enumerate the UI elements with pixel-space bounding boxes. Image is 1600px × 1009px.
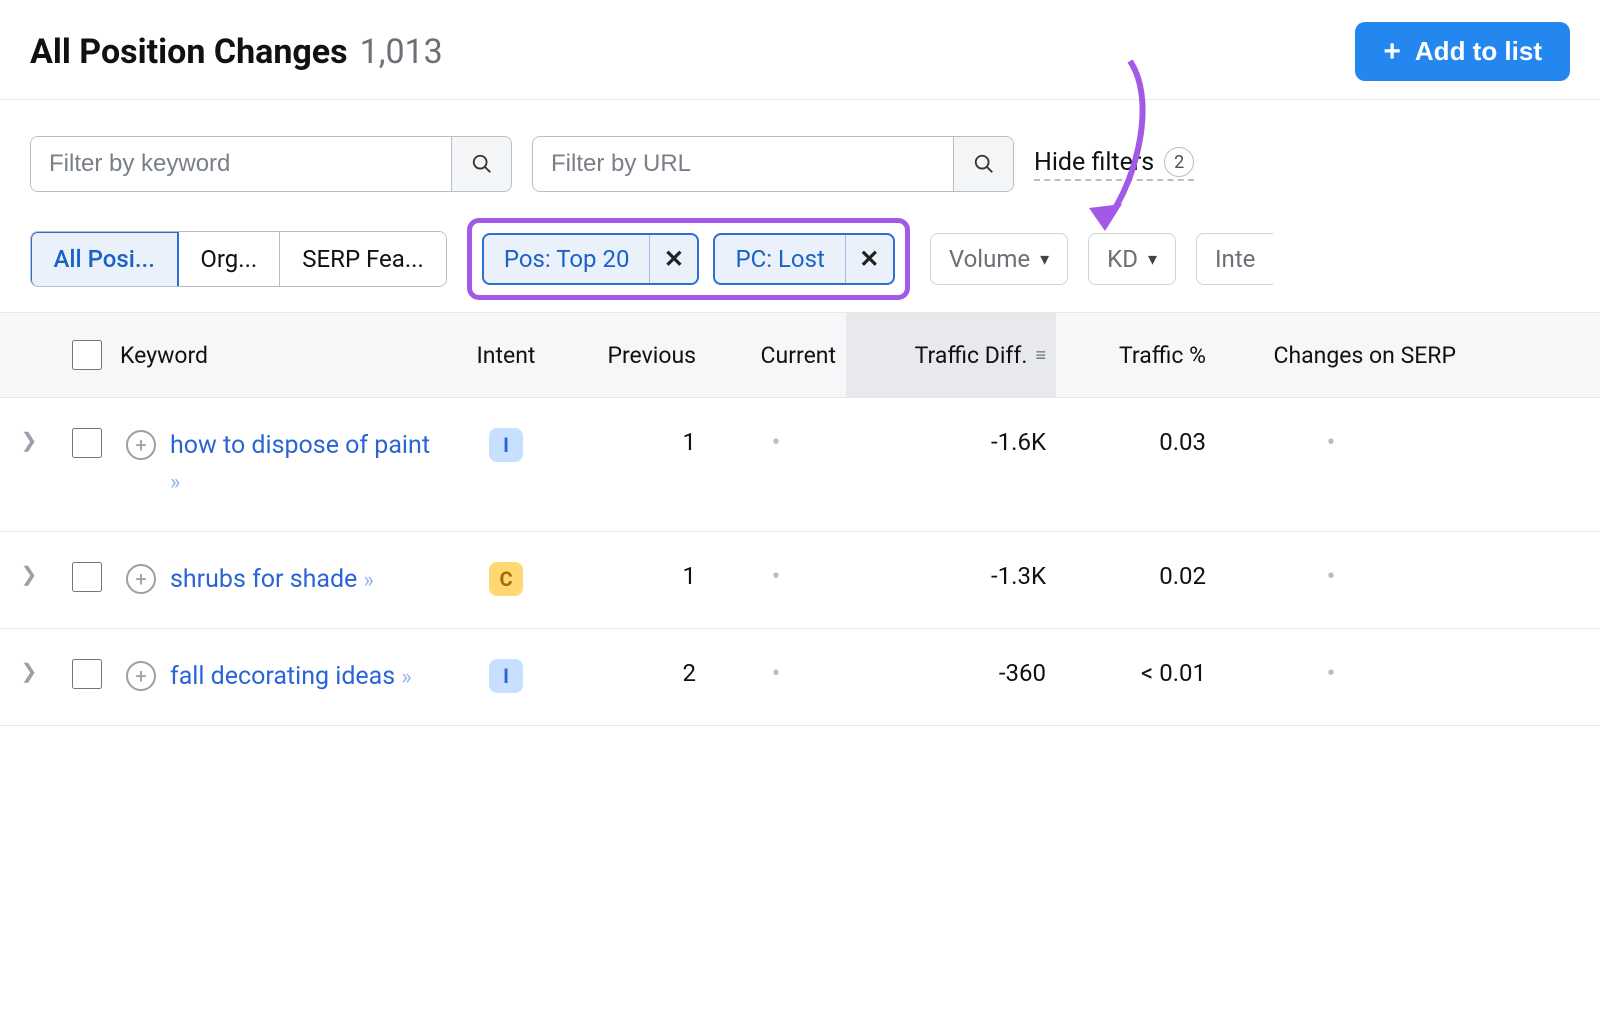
previous-position: 1 (566, 562, 706, 590)
results-count: 1,013 (360, 32, 443, 72)
table-row: ❯+fall decorating ideas »I2•-360< 0.01• (0, 629, 1600, 726)
traffic-diff-value: -360 (846, 659, 1056, 687)
traffic-pct-value: 0.03 (1056, 428, 1216, 456)
add-to-list-label: Add to list (1415, 36, 1542, 67)
keywords-table: Keyword Intent Previous Current Traffic … (0, 312, 1600, 726)
hide-filters-label: Hide filters (1034, 148, 1154, 177)
search-icon (471, 153, 493, 175)
chevrons-right-icon: » (170, 470, 180, 495)
column-traffic-pct[interactable]: Traffic % (1056, 342, 1216, 369)
segment-serp-features[interactable]: SERP Fea... (279, 232, 446, 286)
expand-row-icon[interactable]: ❯ (0, 562, 58, 586)
chevron-down-icon: ▾ (1148, 249, 1157, 270)
url-filter-input[interactable] (533, 137, 953, 191)
segment-all-positions[interactable]: All Posi... (30, 231, 179, 287)
column-current[interactable]: Current (706, 342, 846, 369)
search-icon (973, 153, 995, 175)
chip-remove-button[interactable]: ✕ (649, 235, 697, 283)
table-row: ❯+shrubs for shade »C1•-1.3K0.02• (0, 532, 1600, 629)
column-traffic-diff[interactable]: Traffic Diff. ≡ (846, 313, 1056, 397)
add-keyword-icon[interactable]: + (126, 661, 156, 691)
table-header: Keyword Intent Previous Current Traffic … (0, 312, 1600, 398)
intent-badge: C (489, 562, 523, 596)
chip-label: PC: Lost (715, 245, 844, 273)
current-position: • (706, 562, 846, 592)
column-label: Traffic Diff. (915, 342, 1028, 369)
column-changes-on-serp[interactable]: Changes on SERP (1216, 342, 1466, 369)
changes-on-serp-value: • (1216, 562, 1466, 592)
expand-row-icon[interactable]: ❯ (0, 659, 58, 683)
keyword-link[interactable]: how to dispose of paint » (170, 428, 436, 501)
traffic-diff-value: -1.6K (846, 428, 1056, 456)
intent-badge: I (489, 428, 523, 462)
intent-badge: I (489, 659, 523, 693)
volume-filter-dropdown[interactable]: Volume ▾ (930, 233, 1068, 285)
current-position: • (706, 659, 846, 689)
segment-organic[interactable]: Org... (177, 232, 279, 286)
expand-row-icon[interactable]: ❯ (0, 428, 58, 452)
highlighted-filter-chips: Pos: Top 20 ✕ PC: Lost ✕ (467, 218, 910, 300)
page-header: All Position Changes 1,013 + Add to list (0, 0, 1600, 100)
intent-filter-dropdown[interactable]: Inte (1196, 233, 1273, 285)
column-previous[interactable]: Previous (566, 342, 706, 369)
position-type-segments: All Posi... Org... SERP Fea... (30, 231, 447, 287)
add-keyword-icon[interactable]: + (126, 564, 156, 594)
filter-toolbar: Hide filters 2 All Posi... Org... SERP F… (0, 100, 1600, 312)
chip-label: Pos: Top 20 (484, 245, 650, 273)
keyword-link[interactable]: fall decorating ideas » (170, 659, 412, 695)
sort-desc-icon: ≡ (1035, 345, 1046, 366)
chevron-down-icon: ▾ (1040, 249, 1049, 270)
kd-filter-dropdown[interactable]: KD ▾ (1088, 233, 1176, 285)
select-all-checkbox[interactable] (72, 340, 102, 370)
traffic-pct-value: 0.02 (1056, 562, 1216, 590)
column-keyword[interactable]: Keyword (116, 342, 446, 369)
chip-pc-lost: PC: Lost ✕ (713, 233, 894, 285)
table-row: ❯+how to dispose of paint »I1•-1.6K0.03• (0, 398, 1600, 532)
row-checkbox[interactable] (72, 562, 102, 592)
plus-icon: + (1383, 37, 1401, 67)
traffic-diff-value: -1.3K (846, 562, 1056, 590)
traffic-pct-value: < 0.01 (1056, 659, 1216, 687)
chip-position-top20: Pos: Top 20 ✕ (482, 233, 700, 285)
previous-position: 2 (566, 659, 706, 687)
url-search-button[interactable] (953, 137, 1013, 191)
chevrons-right-icon: » (401, 665, 411, 690)
row-checkbox[interactable] (72, 659, 102, 689)
current-position: • (706, 428, 846, 458)
changes-on-serp-value: • (1216, 659, 1466, 689)
previous-position: 1 (566, 428, 706, 456)
chip-remove-button[interactable]: ✕ (845, 235, 893, 283)
column-intent[interactable]: Intent (446, 342, 566, 369)
keyword-filter-input[interactable] (31, 137, 451, 191)
keyword-search-button[interactable] (451, 137, 511, 191)
page-title: All Position Changes (30, 32, 348, 72)
keyword-link[interactable]: shrubs for shade » (170, 562, 374, 598)
keyword-searchbox (30, 136, 512, 192)
add-to-list-button[interactable]: + Add to list (1355, 22, 1570, 81)
add-keyword-icon[interactable]: + (126, 430, 156, 460)
active-filter-count: 2 (1164, 147, 1194, 177)
chip-label: KD (1107, 245, 1138, 273)
chip-label: Inte (1215, 245, 1255, 273)
chevrons-right-icon: » (364, 568, 374, 593)
chip-label: Volume (949, 245, 1030, 273)
row-checkbox[interactable] (72, 428, 102, 458)
changes-on-serp-value: • (1216, 428, 1466, 458)
hide-filters-toggle[interactable]: Hide filters 2 (1034, 147, 1194, 181)
url-searchbox (532, 136, 1014, 192)
